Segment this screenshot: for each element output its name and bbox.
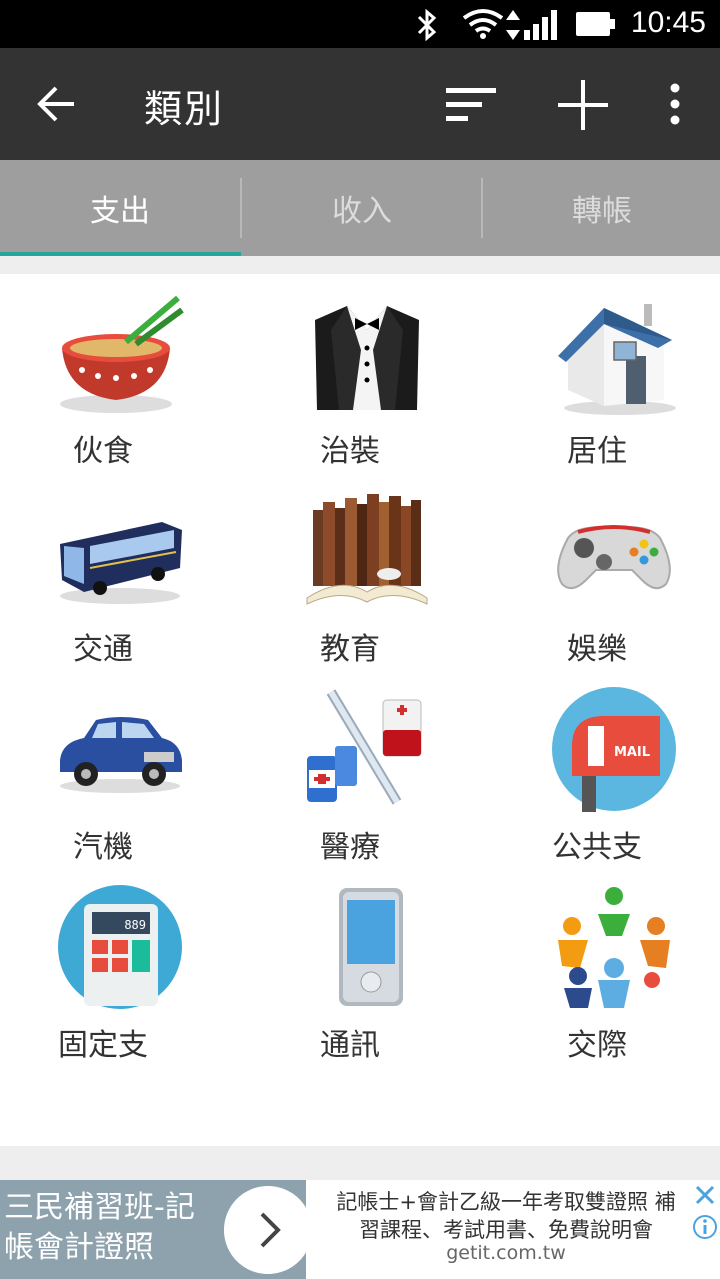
category-label: 交通 xyxy=(73,632,133,667)
wifi-icon xyxy=(462,9,504,39)
svg-text:MAIL: MAIL xyxy=(614,745,650,760)
data-arrows-icon xyxy=(506,10,520,40)
calculator-icon: 889 xyxy=(58,885,182,1009)
sort-icon[interactable] xyxy=(440,80,502,130)
phone-icon xyxy=(339,888,403,1006)
info-icon[interactable] xyxy=(692,1214,718,1240)
category-social[interactable]: 交際 xyxy=(494,868,720,1066)
tab-bar: 支出 收入 轉帳 xyxy=(0,160,720,256)
category-label: 治裝 xyxy=(320,434,380,469)
category-label: 汽機 xyxy=(73,830,133,865)
tab-transfer[interactable]: 轉帳 xyxy=(482,160,720,256)
page-title: 類別 xyxy=(144,87,225,131)
ad-content[interactable]: 記帳士+會計乙級一年考取雙證照 補 習課程、考試用書、免費說明會 getit.c… xyxy=(306,1180,720,1279)
ad-description-line1: 記帳士+會計乙級一年考取雙證照 補 xyxy=(336,1190,676,1214)
category-food[interactable]: 伙食 xyxy=(0,274,240,472)
category-housing[interactable]: 居住 xyxy=(494,274,720,472)
noodle-bowl-icon xyxy=(60,295,184,413)
tab-expense[interactable]: 支出 xyxy=(0,160,240,256)
category-clothing[interactable]: 治裝 xyxy=(247,274,487,472)
status-time: 10:45 xyxy=(630,6,706,39)
category-travel[interactable] xyxy=(0,1066,240,1146)
category-entertainment[interactable]: 娛樂 xyxy=(494,472,720,670)
category-public-utilities[interactable]: MAIL 公共支 xyxy=(494,670,720,868)
ad-description-line2: 習課程、考試用書、免費說明會 xyxy=(359,1218,653,1242)
tab-income[interactable]: 收入 xyxy=(242,160,482,256)
house-icon xyxy=(558,304,676,415)
add-icon[interactable] xyxy=(554,76,612,134)
category-medical[interactable]: 醫療 xyxy=(247,670,487,868)
category-label: 公共支 xyxy=(552,830,642,865)
category-label: 娛樂 xyxy=(567,632,627,667)
category-label: 居住 xyxy=(567,434,627,469)
airplane-icon xyxy=(54,1106,186,1146)
category-label: 醫療 xyxy=(320,830,380,865)
bus-icon xyxy=(60,522,182,604)
signal-icon xyxy=(524,10,557,40)
ad-banner[interactable]: 三民補習班-記帳會計證照 記帳士+會計乙級一年考取雙證照 補 習課程、考試用書、… xyxy=(0,1180,720,1279)
ad-description: 記帳士+會計乙級一年考取雙證照 補 習課程、考試用書、免費說明會 xyxy=(316,1188,696,1244)
ad-domain: getit.com.tw xyxy=(446,1242,566,1264)
more-vert-icon[interactable] xyxy=(660,78,690,130)
category-label: 交際 xyxy=(567,1028,627,1063)
gamepad-icon xyxy=(557,525,671,590)
category-label: 伙食 xyxy=(73,434,133,469)
money-icon xyxy=(301,1106,433,1146)
category-photo[interactable] xyxy=(494,1066,720,1146)
category-education[interactable]: 教育 xyxy=(247,472,487,670)
back-arrow-icon[interactable] xyxy=(30,78,82,130)
photo-icon xyxy=(548,1106,680,1146)
people-circle-icon xyxy=(558,887,670,1008)
battery-icon xyxy=(576,12,615,36)
app-bar: 類別 xyxy=(0,48,720,160)
tuxedo-icon xyxy=(315,306,419,410)
category-vehicle[interactable]: 汽機 xyxy=(0,670,240,868)
car-icon xyxy=(60,717,182,793)
mailbox-icon: MAIL xyxy=(552,687,676,812)
category-label: 固定支 xyxy=(58,1028,148,1063)
close-icon[interactable] xyxy=(692,1182,718,1208)
category-communication[interactable]: 通訊 xyxy=(247,868,487,1066)
svg-text:889: 889 xyxy=(124,918,146,932)
category-transport[interactable]: 交通 xyxy=(0,472,240,670)
category-label: 教育 xyxy=(320,632,380,667)
medical-icon xyxy=(307,689,422,805)
category-grid: 伙食 治裝 居住 交通 教育 娛樂 汽機 醫療 MAIL 公共支 889 固定支… xyxy=(0,274,720,1146)
ad-title: 三民補習班-記帳會計證照 xyxy=(4,1190,195,1265)
status-bar: 10:45 xyxy=(0,0,720,48)
books-icon xyxy=(306,494,428,605)
tab-indicator xyxy=(0,252,241,256)
category-fixed-expense[interactable]: 889 固定支 xyxy=(0,868,240,1066)
category-label: 通訊 xyxy=(320,1028,380,1063)
category-finance[interactable] xyxy=(247,1066,487,1146)
bluetooth-icon xyxy=(417,8,437,42)
chevron-right-icon[interactable] xyxy=(224,1186,312,1274)
